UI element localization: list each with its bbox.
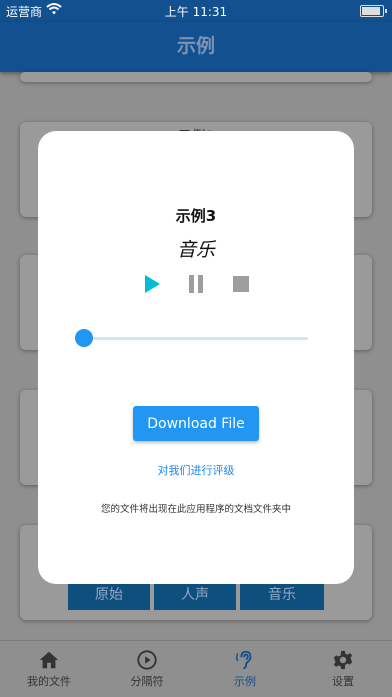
download-file-button[interactable]: Download File [133, 406, 259, 441]
file-location-note: 您的文件将出现在此应用程序的文档文件夹中 [100, 504, 291, 515]
play-circle-icon [137, 650, 157, 670]
ear-icon [236, 650, 252, 670]
play-icon[interactable] [137, 269, 167, 299]
playback-slider[interactable] [75, 329, 308, 347]
original-button[interactable]: 原始 [68, 580, 150, 610]
tab-label: 示例 [234, 675, 256, 688]
home-icon [39, 651, 59, 669]
nav-bar: 示例 [0, 22, 392, 72]
tab-label: 分隔符 [130, 675, 164, 688]
page-title: 示例 [176, 35, 215, 57]
tab-bar: 我的文件 分隔符 示例 设置 [0, 640, 392, 697]
tab-examples[interactable]: 示例 [196, 641, 294, 697]
music-button[interactable]: 音乐 [240, 580, 324, 610]
battery-icon [360, 5, 387, 17]
status-bar: 运营商 上午 11:31 [0, 0, 392, 22]
tab-label: 我的文件 [27, 675, 71, 688]
tab-label: 设置 [332, 675, 354, 688]
tab-separator[interactable]: 分隔符 [98, 641, 196, 697]
tab-settings[interactable]: 设置 [294, 641, 392, 697]
gear-icon [333, 650, 353, 670]
tab-my-files[interactable]: 我的文件 [0, 641, 98, 697]
dialog-title: 示例3 [175, 207, 217, 225]
slider-thumb[interactable] [75, 329, 93, 347]
background-card [20, 72, 372, 82]
stop-icon[interactable] [226, 269, 256, 299]
clock: 上午 11:31 [164, 5, 228, 19]
pause-icon[interactable] [181, 269, 211, 299]
vocals-button[interactable]: 人声 [154, 580, 236, 610]
player-dialog: 示例3 音乐 Download File 对我们进行评级 您的文件将出现在此应用… [38, 131, 354, 584]
track-name: 音乐 [176, 239, 215, 261]
rate-us-link[interactable]: 对我们进行评级 [38, 462, 354, 478]
